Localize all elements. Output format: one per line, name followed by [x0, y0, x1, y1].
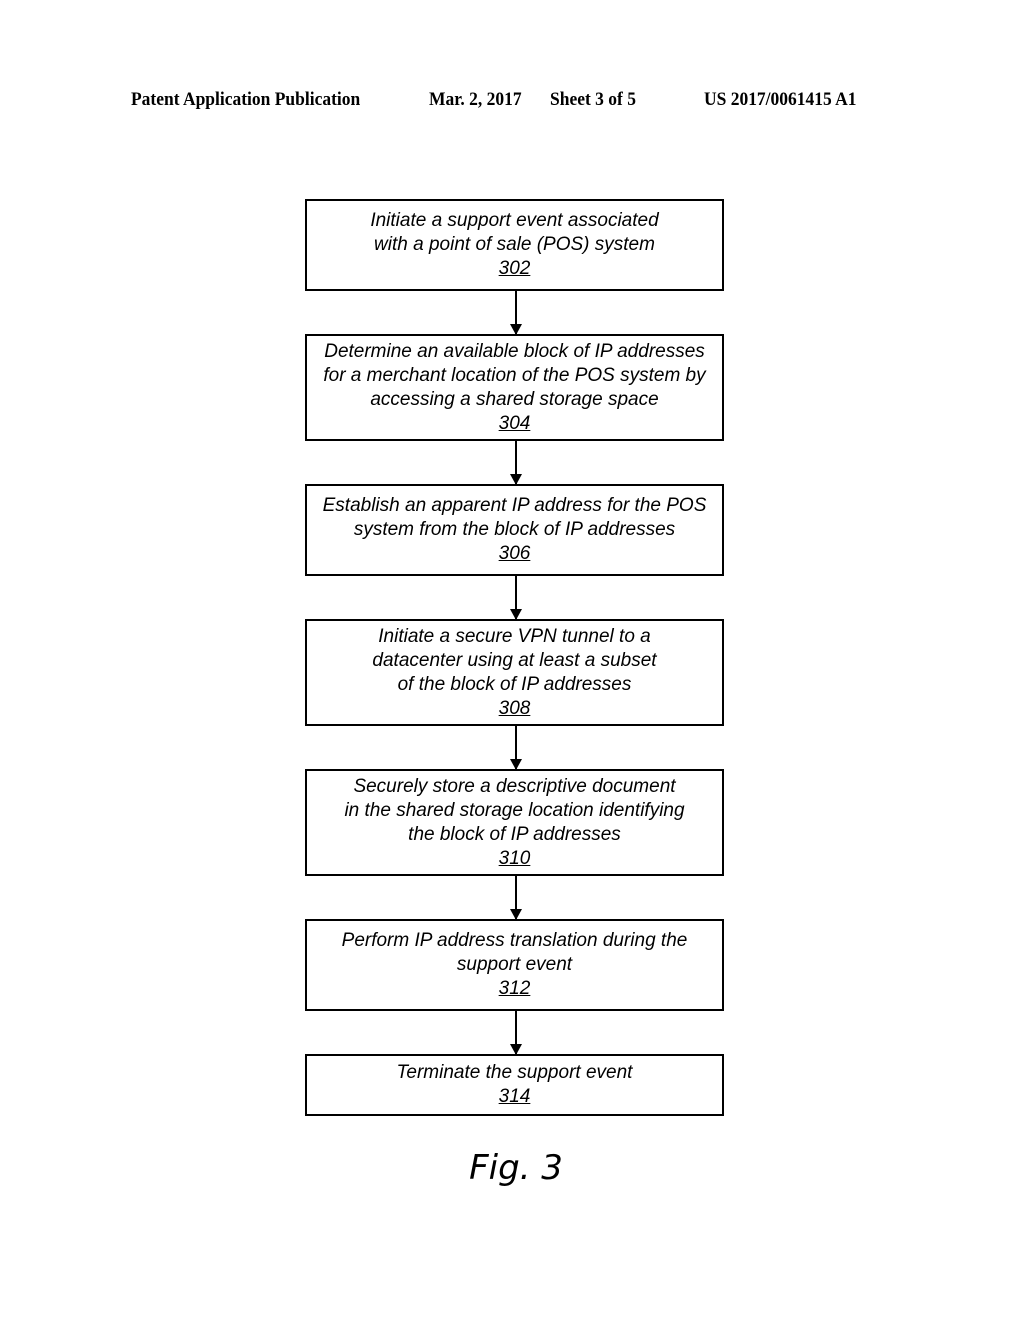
step-312-box: Perform IP address translation during th…	[305, 919, 724, 1011]
step-text-line: Securely store a descriptive document	[353, 775, 676, 797]
sheet-number: Sheet 3 of 5	[550, 89, 636, 110]
step-reference-number: 306	[498, 543, 531, 564]
step-text-line: Determine an available block of IP addre…	[324, 340, 705, 362]
step-text-line: datacenter using at least a subset	[372, 649, 657, 671]
figure-label: Fig. 3	[469, 1148, 563, 1188]
arrow-304-306	[510, 441, 522, 485]
step-reference-number: 304	[498, 412, 531, 434]
publication-date: Mar. 2, 2017	[429, 89, 522, 110]
step-text-line: Terminate the support event	[396, 1062, 633, 1083]
step-text-line: of the block of IP addresses	[397, 673, 632, 695]
step-reference-number: 308	[498, 697, 531, 719]
arrow-308-310	[510, 726, 522, 770]
arrow-302-304	[510, 291, 522, 335]
step-text-line: accessing a shared storage space	[370, 388, 659, 410]
step-text-line: support event	[456, 954, 573, 975]
arrow-312-314	[510, 1011, 522, 1055]
step-text-line: Initiate a support event associated	[370, 210, 659, 231]
step-text-line: Establish an apparent IP address for the…	[322, 495, 707, 516]
step-308-box: Initiate a secure VPN tunnel to a datace…	[305, 619, 724, 726]
step-304-box: Determine an available block of IP addre…	[305, 334, 724, 441]
step-314-box: Terminate the support event 314	[305, 1054, 724, 1116]
arrow-306-308	[510, 576, 522, 620]
step-text-line: Perform IP address translation during th…	[341, 930, 688, 951]
page-header: Patent Application Publication Mar. 2, 2…	[0, 89, 1024, 113]
step-302-box: Initiate a support event associated with…	[305, 199, 724, 291]
step-text-line: the block of IP addresses	[408, 823, 621, 845]
step-310-box: Securely store a descriptive document in…	[305, 769, 724, 876]
step-reference-number: 302	[498, 258, 531, 279]
step-reference-number: 310	[498, 847, 531, 869]
step-text-line: with a point of sale (POS) system	[374, 234, 655, 255]
publication-type: Patent Application Publication	[131, 89, 361, 110]
step-reference-number: 314	[498, 1086, 531, 1107]
step-text-line: system from the block of IP addresses	[353, 519, 676, 540]
step-text-line: Initiate a secure VPN tunnel to a	[378, 625, 651, 647]
arrow-310-312	[510, 876, 522, 920]
step-306-box: Establish an apparent IP address for the…	[305, 484, 724, 576]
patent-number: US 2017/0061415 A1	[704, 89, 857, 110]
step-text-line: in the shared storage location identifyi…	[344, 799, 685, 821]
step-text-line: for a merchant location of the POS syste…	[323, 364, 706, 386]
step-reference-number: 312	[498, 978, 531, 999]
